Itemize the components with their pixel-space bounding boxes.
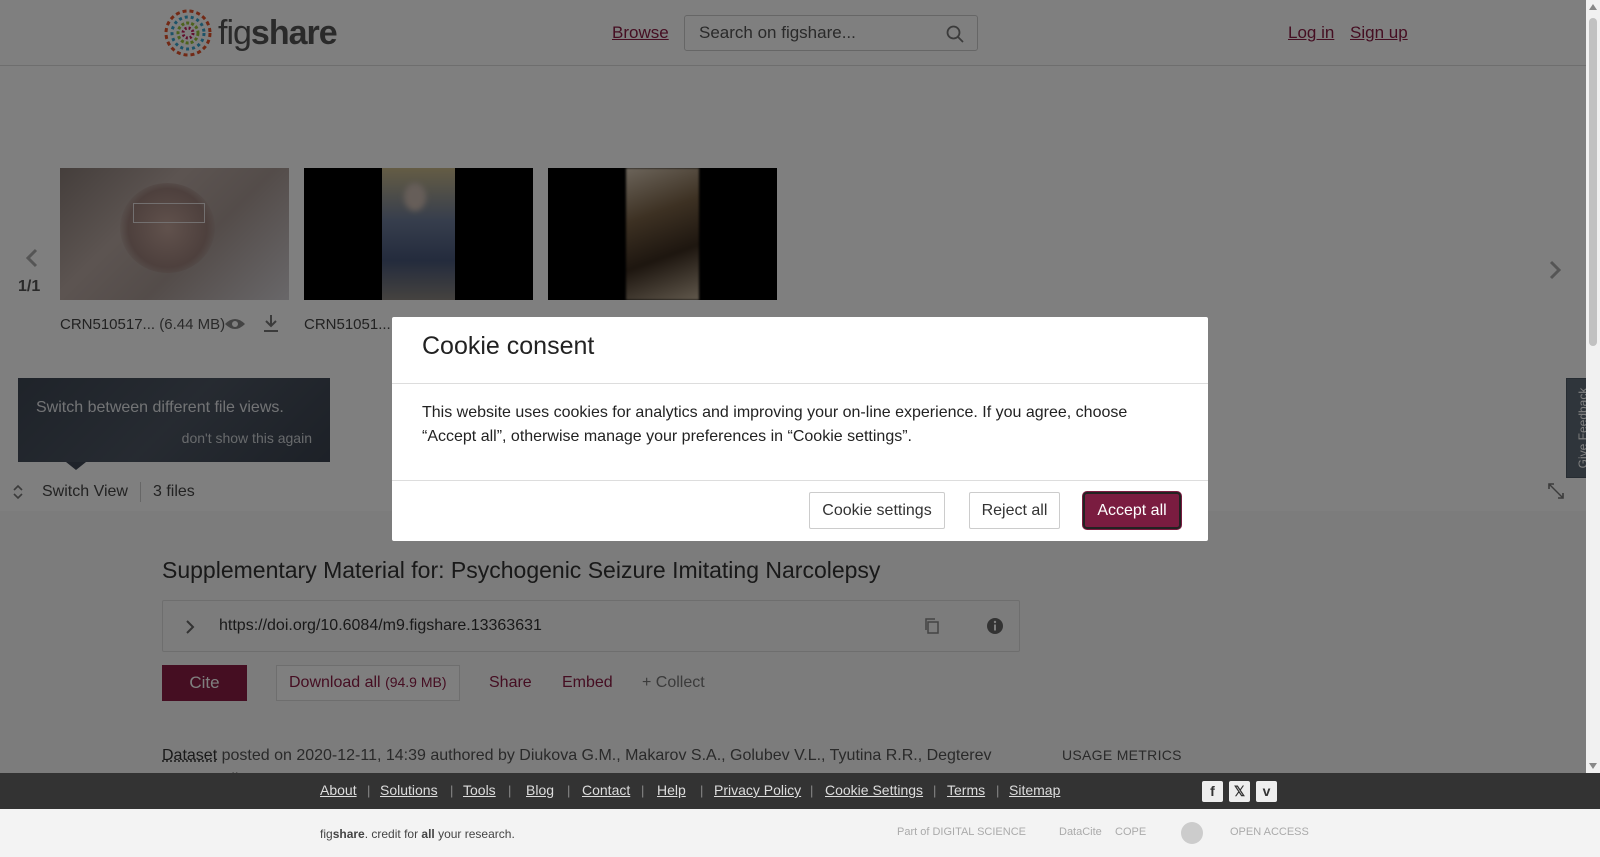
footer-separator: | xyxy=(700,783,704,798)
footer-link-cookie-settings[interactable]: Cookie Settings xyxy=(825,782,923,798)
credit-fig: fig xyxy=(320,827,333,841)
credit-share: share xyxy=(332,827,365,841)
footer-link-help[interactable]: Help xyxy=(657,782,686,798)
digital-science-logo[interactable]: Part of DIGITAL SCIENCE xyxy=(897,826,1026,838)
footer-bottom: figshare. credit for all your research. … xyxy=(0,809,1600,857)
footer-link-about[interactable]: About xyxy=(320,782,357,798)
scroll-down-icon[interactable] xyxy=(1589,763,1597,769)
dialog-footer: Cookie settings Reject all Accept all xyxy=(392,480,1208,541)
footer-links-bar: About | Solutions | Tools | Blog | Conta… xyxy=(0,773,1600,809)
dialog-title: Cookie consent xyxy=(422,332,595,360)
footer-link-privacy-policy[interactable]: Privacy Policy xyxy=(714,782,801,798)
facebook-icon[interactable]: f xyxy=(1202,781,1223,802)
footer-link-terms[interactable]: Terms xyxy=(947,782,985,798)
credit-all: all xyxy=(421,827,435,841)
dialog-header: Cookie consent xyxy=(392,317,1208,384)
scroll-up-icon[interactable] xyxy=(1589,4,1597,10)
footer-link-tools[interactable]: Tools xyxy=(463,782,496,798)
credit-mid: . credit for xyxy=(364,827,422,841)
footer-separator: | xyxy=(450,783,454,798)
cope-logo[interactable]: COPE xyxy=(1115,826,1146,838)
partner-globe-icon[interactable] xyxy=(1180,821,1204,845)
footer-separator: | xyxy=(933,783,937,798)
dialog-message: This website uses cookies for analytics … xyxy=(422,404,1128,445)
reject-all-button[interactable]: Reject all xyxy=(969,492,1060,529)
footer-link-sitemap[interactable]: Sitemap xyxy=(1009,782,1060,798)
datacite-logo[interactable]: DataCite xyxy=(1059,826,1102,838)
footer-separator: | xyxy=(810,783,814,798)
accept-all-button[interactable]: Accept all xyxy=(1083,492,1181,529)
footer-link-contact[interactable]: Contact xyxy=(582,782,630,798)
footer-link-solutions[interactable]: Solutions xyxy=(380,782,438,798)
credit-end: your research. xyxy=(434,827,515,841)
footer-separator: | xyxy=(367,783,371,798)
scrollbar-thumb[interactable] xyxy=(1589,18,1597,346)
open-access-logo[interactable]: OPEN ACCESS xyxy=(1230,826,1309,838)
cookie-settings-button[interactable]: Cookie settings xyxy=(809,492,945,529)
footer-credit: figshare. credit for all your research. xyxy=(320,827,515,841)
footer-separator: | xyxy=(996,783,1000,798)
page: figshare Browse Log in Sign up 1/1 CRN51… xyxy=(0,0,1600,857)
scrollbar[interactable] xyxy=(1586,0,1600,773)
footer-separator: | xyxy=(567,783,571,798)
footer-separator: | xyxy=(508,783,512,798)
footer-link-blog[interactable]: Blog xyxy=(526,782,554,798)
footer-separator: | xyxy=(641,783,645,798)
x-twitter-icon[interactable]: 𝕏 xyxy=(1229,781,1250,802)
vimeo-icon[interactable]: v xyxy=(1256,781,1277,802)
cookie-consent-dialog: Cookie consent This website uses cookies… xyxy=(392,317,1208,541)
